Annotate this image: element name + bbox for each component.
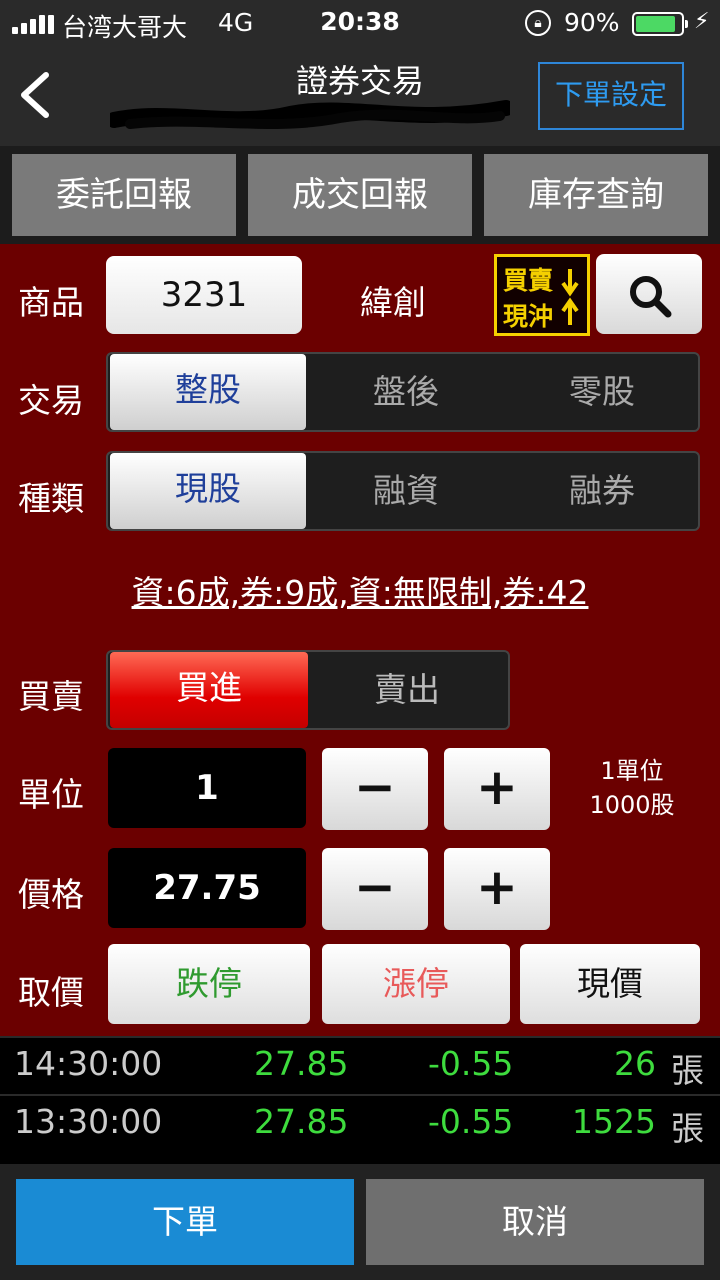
price-label: 價格 bbox=[18, 875, 84, 914]
price-decrease-button[interactable]: − bbox=[322, 848, 428, 930]
charging-icon: ⚡︎ bbox=[694, 9, 710, 34]
search-icon bbox=[630, 276, 672, 318]
query-tabs: 委託回報 成交回報 庫存查詢 bbox=[0, 146, 720, 244]
unit-decrease-button[interactable]: − bbox=[322, 748, 428, 830]
day-trade-badge[interactable]: 買賣 現沖 bbox=[494, 254, 590, 336]
tick-unit: 張 bbox=[671, 1051, 704, 1090]
quick-price-label: 取價 bbox=[18, 973, 84, 1012]
tick-time: 14:30:00 bbox=[14, 1044, 163, 1083]
inventory-query-button[interactable]: 庫存查詢 bbox=[484, 154, 708, 236]
price-increase-button[interactable]: + bbox=[444, 848, 550, 930]
type-label: 種類 bbox=[18, 479, 84, 518]
tick-change: -0.55 bbox=[428, 1102, 514, 1141]
side-label: 買賣 bbox=[18, 677, 84, 716]
tick-volume: 1525 bbox=[572, 1102, 656, 1141]
limit-up-button[interactable]: 漲停 bbox=[322, 944, 510, 1024]
day-trade-badge-line1: 買賣 bbox=[503, 266, 554, 295]
trade-report-button[interactable]: 成交回報 bbox=[248, 154, 472, 236]
unit-note: 1單位 1000股 bbox=[572, 754, 692, 822]
submit-order-button[interactable]: 下單 bbox=[16, 1179, 354, 1265]
margin-info-link[interactable]: 資:6成,券:9成,資:無限制,券:42 bbox=[0, 566, 720, 614]
unit-note-line1: 1單位 bbox=[600, 757, 664, 785]
battery-percent: 90% bbox=[564, 8, 620, 37]
day-trade-badge-line2: 現沖 bbox=[503, 302, 554, 331]
tick-price: 27.85 bbox=[254, 1102, 349, 1141]
rotation-lock-icon: 🔒︎ bbox=[525, 10, 551, 36]
price-input[interactable]: 27.75 bbox=[108, 848, 306, 928]
type-option-short[interactable]: 融券 bbox=[504, 453, 700, 529]
trade-option-round-lot[interactable]: 整股 bbox=[110, 354, 306, 430]
type-segmented-control: 現股 融資 融券 bbox=[106, 451, 700, 531]
limit-down-button[interactable]: 跌停 bbox=[108, 944, 310, 1024]
stock-code-input[interactable]: 3231 bbox=[106, 256, 302, 334]
side-option-sell[interactable]: 賣出 bbox=[308, 652, 506, 728]
search-button[interactable] bbox=[596, 254, 702, 334]
order-report-button[interactable]: 委託回報 bbox=[12, 154, 236, 236]
unit-label: 單位 bbox=[18, 775, 84, 814]
product-label: 商品 bbox=[18, 283, 84, 322]
unit-increase-button[interactable]: + bbox=[444, 748, 550, 830]
order-panel: 商品 3231 緯創 買賣 現沖 交易 整股 盤後 零股 種類 現股 融資 融券… bbox=[0, 244, 720, 1036]
side-segmented-control: 買進 賣出 bbox=[106, 650, 510, 730]
trade-segmented-control: 整股 盤後 零股 bbox=[106, 352, 700, 432]
status-bar: 台湾大哥大 4G 20:38 🔒︎ 90% ⚡︎ bbox=[0, 0, 720, 48]
redacted-account-scribble bbox=[110, 100, 510, 129]
tick-row: 14:30:00 27.85 -0.55 26 張 bbox=[0, 1036, 720, 1092]
tick-change: -0.55 bbox=[428, 1044, 514, 1083]
trade-option-after-hours[interactable]: 盤後 bbox=[308, 354, 504, 430]
type-option-cash[interactable]: 現股 bbox=[110, 453, 306, 529]
bottom-action-bar: 下單 取消 bbox=[0, 1164, 720, 1280]
unit-input[interactable]: 1 bbox=[108, 748, 306, 828]
order-settings-button[interactable]: 下單設定 bbox=[538, 62, 684, 130]
type-option-margin[interactable]: 融資 bbox=[308, 453, 504, 529]
trade-option-odd-lot[interactable]: 零股 bbox=[504, 354, 700, 430]
tick-unit: 張 bbox=[671, 1109, 704, 1148]
nav-bar: 證券交易 下單設定 bbox=[0, 48, 720, 146]
up-down-arrows-icon bbox=[561, 269, 579, 325]
trade-ticks-list: 14:30:00 27.85 -0.55 26 張 13:30:00 27.85… bbox=[0, 1036, 720, 1164]
tick-price: 27.85 bbox=[254, 1044, 349, 1083]
current-price-button[interactable]: 現價 bbox=[520, 944, 700, 1024]
trade-label: 交易 bbox=[18, 381, 84, 420]
battery-icon bbox=[632, 12, 688, 36]
cancel-button[interactable]: 取消 bbox=[366, 1179, 704, 1265]
tick-row: 13:30:00 27.85 -0.55 1525 張 bbox=[0, 1094, 720, 1150]
stock-name: 緯創 bbox=[360, 283, 426, 322]
unit-note-line2: 1000股 bbox=[589, 791, 675, 819]
side-option-buy[interactable]: 買進 bbox=[110, 652, 308, 728]
tick-volume: 26 bbox=[614, 1044, 656, 1083]
tick-time: 13:30:00 bbox=[14, 1102, 163, 1141]
